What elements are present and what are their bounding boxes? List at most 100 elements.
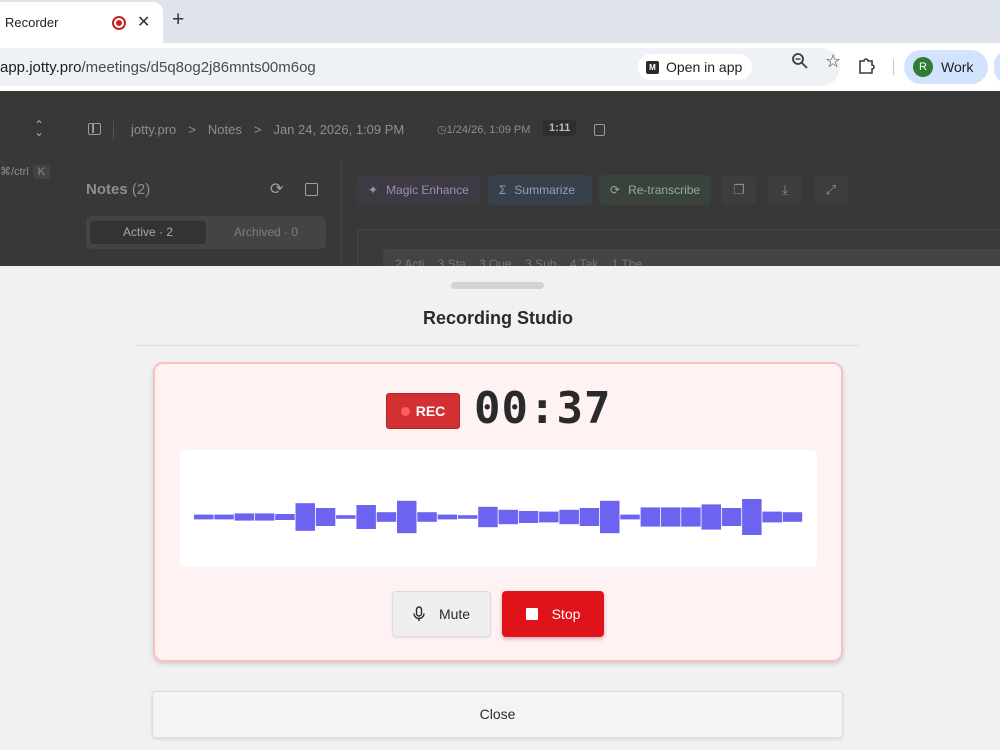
select-checkbox-icon[interactable] bbox=[305, 183, 318, 196]
recording-studio-sheet: Recording Studio REC 00:37 Mute Stop Clo… bbox=[0, 266, 1000, 750]
stop-label: Stop bbox=[551, 606, 581, 622]
waveform-bar bbox=[478, 506, 498, 528]
command-shortcut-hint: ⌘/ctrl K bbox=[0, 165, 51, 179]
content-section-tabs[interactable]: 2 Acti... 3 Sta... 3 Que... 3 Sub... 4 T… bbox=[383, 249, 1000, 266]
waveform-bar bbox=[600, 500, 620, 534]
download-button[interactable]: ⤓ bbox=[768, 175, 802, 205]
waveform-bar bbox=[498, 509, 518, 525]
waveform-bar bbox=[640, 507, 661, 527]
notes-count: (2) bbox=[131, 181, 151, 198]
shortcut-key: K bbox=[32, 165, 51, 179]
waveform-bar bbox=[437, 514, 458, 520]
meeting-time-value: 1/24/26, 1:09 PM bbox=[446, 124, 531, 136]
sidebar-toggle-icon[interactable] bbox=[88, 123, 101, 135]
waveform-bar bbox=[701, 504, 721, 530]
profile-name: Work bbox=[941, 59, 974, 75]
waveform-bar bbox=[782, 512, 803, 522]
waveform-bar bbox=[620, 514, 640, 520]
magic-wand-icon: ✦ bbox=[368, 183, 379, 197]
waveform-bar bbox=[721, 508, 742, 526]
clock-icon: ◷ bbox=[437, 124, 447, 136]
url-host: app.jotty.pro bbox=[0, 59, 82, 76]
copy-icon[interactable] bbox=[594, 124, 605, 136]
recording-timer: 00:37 bbox=[474, 383, 612, 434]
browser-tabstrip: Recorder ✕ + bbox=[0, 0, 1000, 43]
retranscribe-icon: ⟳ bbox=[610, 183, 621, 197]
copy-button[interactable]: ❐ bbox=[722, 175, 756, 205]
shortcut-prefix: ⌘/ctrl bbox=[0, 166, 29, 178]
url-text[interactable]: app.jotty.pro/meetings/d5q8og2j86mnts00m… bbox=[0, 59, 316, 76]
extensions-puzzle-icon[interactable] bbox=[858, 56, 876, 74]
breadcrumb-separator: > bbox=[253, 122, 262, 137]
breadcrumb-notes[interactable]: Notes bbox=[208, 122, 242, 137]
sheet-divider bbox=[137, 345, 859, 346]
app-logo-icon: M bbox=[646, 60, 659, 74]
notes-title: Notes bbox=[86, 181, 128, 198]
note-content-card: 2 Acti... 3 Sta... 3 Que... 3 Sub... 4 T… bbox=[357, 229, 1000, 266]
app-background-overlay: ⌃ ⌄ ⌘/ctrl K jotty.pro > Notes > Jan 24, 2… bbox=[0, 91, 1000, 266]
magic-enhance-label: Magic Enhance bbox=[386, 183, 469, 197]
bookmark-star-icon[interactable]: ☆ bbox=[825, 51, 841, 72]
notes-heading: Notes (2) bbox=[86, 181, 150, 198]
waveform-bar bbox=[254, 513, 275, 521]
waveform-bar bbox=[234, 513, 255, 521]
zoom-icon[interactable] bbox=[791, 52, 809, 70]
rec-dot-icon bbox=[400, 406, 410, 416]
waveform-bar bbox=[336, 515, 356, 519]
download-icon: ⤓ bbox=[782, 182, 788, 197]
waveform-bar bbox=[539, 511, 559, 523]
waveform-bar bbox=[681, 507, 701, 527]
rec-badge: REC bbox=[386, 393, 460, 429]
browser-tab-recorder[interactable]: Recorder ✕ bbox=[0, 2, 163, 43]
waveform-bar bbox=[356, 505, 376, 529]
expand-icon: ⤢ bbox=[825, 182, 837, 197]
waveform-bar bbox=[762, 511, 782, 523]
waveform-bar bbox=[376, 512, 397, 522]
open-in-app-button[interactable]: M Open in app bbox=[638, 54, 753, 80]
recording-indicator-icon bbox=[112, 16, 126, 30]
waveform-bar bbox=[397, 500, 417, 534]
duration-badge: 1:11 bbox=[543, 120, 577, 136]
profile-button[interactable]: R Work bbox=[904, 50, 988, 84]
open-in-app-label: Open in app bbox=[666, 59, 743, 75]
mute-label: Mute bbox=[438, 606, 471, 622]
rec-label: REC bbox=[415, 403, 446, 419]
address-bar[interactable]: app.jotty.pro/meetings/d5q8og2j86mnts00m… bbox=[0, 48, 840, 86]
sheet-drag-handle[interactable] bbox=[451, 282, 544, 289]
sheet-title: Recording Studio bbox=[423, 308, 573, 328]
retranscribe-button[interactable]: ⟳ Re-transcribe bbox=[599, 175, 711, 205]
tab-active[interactable]: Active · 2 bbox=[90, 221, 206, 244]
waveform-bar bbox=[457, 515, 478, 519]
summarize-label: Summarize bbox=[514, 183, 576, 197]
refresh-icon[interactable]: ⟳ bbox=[270, 179, 283, 199]
browser-toolbar: app.jotty.pro/meetings/d5q8og2j86mnts00m… bbox=[0, 43, 1000, 91]
url-path: /meetings/d5q8og2j86mnts00m6og bbox=[81, 59, 316, 76]
microphone-icon bbox=[413, 606, 425, 621]
close-tab-icon[interactable]: ✕ bbox=[137, 12, 150, 32]
browser-menu-button[interactable] bbox=[994, 50, 1000, 84]
waveform-bar bbox=[315, 508, 336, 526]
new-tab-icon[interactable]: + bbox=[172, 8, 184, 32]
meeting-time: ◷1/24/26, 1:09 PM bbox=[437, 123, 530, 136]
waveform-bar bbox=[742, 499, 762, 535]
waveform-bar bbox=[417, 512, 437, 522]
waveform-svg bbox=[194, 499, 803, 535]
tab-archived[interactable]: Archived · 0 bbox=[210, 221, 322, 244]
panel-divider bbox=[341, 159, 342, 266]
sigma-icon: Σ bbox=[499, 183, 507, 197]
magic-enhance-button[interactable]: ✦ Magic Enhance bbox=[357, 175, 481, 205]
summarize-button[interactable]: Σ Summarize bbox=[488, 175, 592, 205]
breadcrumb-separator: > bbox=[188, 122, 196, 137]
fullscreen-button[interactable]: ⤢ bbox=[814, 175, 848, 205]
chevron-up-down-icon[interactable]: ⌃ ⌄ bbox=[34, 119, 44, 138]
breadcrumb: jotty.pro > Notes > Jan 24, 2026, 1:09 P… bbox=[131, 122, 404, 137]
mute-button[interactable]: Mute bbox=[392, 591, 491, 637]
tab-title: Recorder bbox=[5, 15, 59, 30]
profile-avatar: R bbox=[913, 57, 933, 77]
breadcrumb-home[interactable]: jotty.pro bbox=[131, 122, 176, 137]
close-button[interactable]: Close bbox=[152, 691, 843, 738]
breadcrumb-current: Jan 24, 2026, 1:09 PM bbox=[273, 122, 405, 137]
waveform-bar bbox=[214, 514, 234, 520]
stop-button[interactable]: Stop bbox=[502, 591, 604, 637]
waveform-bar bbox=[295, 503, 315, 531]
